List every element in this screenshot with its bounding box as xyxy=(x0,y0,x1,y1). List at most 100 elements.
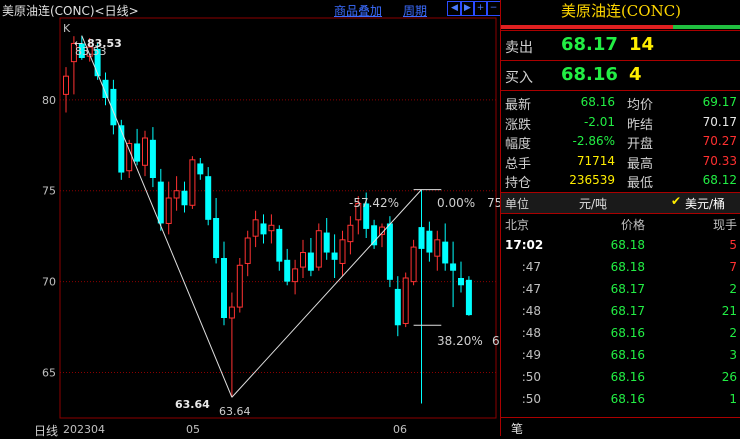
stat-label: 总手 xyxy=(505,156,532,172)
tick-price: 68.17 xyxy=(610,282,645,296)
stat-value: 68.12 xyxy=(702,173,737,187)
candle-body xyxy=(149,139,156,178)
ask-volume: 14 xyxy=(629,34,655,55)
tick-time: :47 xyxy=(521,260,541,274)
tick-volume: 2 xyxy=(729,326,737,340)
candle-body xyxy=(300,252,306,268)
candle-body xyxy=(213,218,220,258)
bid-price[interactable]: 68.16 xyxy=(561,64,618,85)
candle-body xyxy=(252,219,259,237)
y-tick-label: 80 xyxy=(42,94,56,107)
check-icon: ✔ xyxy=(671,194,682,208)
tab-tick[interactable]: 笔 xyxy=(511,420,523,437)
stat-label: 幅度 xyxy=(505,137,532,152)
unit-option-usd-barrel[interactable]: 美元/桶 xyxy=(685,195,725,212)
unit-row: 单位 元/吨 ✔ 美元/桶 xyxy=(501,193,740,213)
candle-body xyxy=(134,143,141,162)
stat-label: 最新 xyxy=(505,98,532,113)
tick-volume: 1 xyxy=(729,392,737,406)
tick-volume: 7 xyxy=(729,260,737,274)
candle-body xyxy=(307,252,314,271)
stat-value: -2.01 xyxy=(583,114,615,129)
candle-body xyxy=(418,227,425,249)
divider xyxy=(501,90,740,91)
candle-body xyxy=(458,278,464,286)
tick-time: 17:02 xyxy=(505,238,544,252)
kline-chart-area[interactable]: 65 70 75 80 83.53 83.53 ← 63.64 63.64 -57.42% 0.00… xyxy=(0,0,501,438)
tick-row: 17:02 68.18 5 xyxy=(501,238,740,260)
y-tick-label: 70 xyxy=(42,276,56,289)
tick-header: 北京 价格 现手 xyxy=(501,216,740,238)
tick-price: 68.16 xyxy=(610,392,645,406)
divider xyxy=(501,30,740,31)
candle-body xyxy=(197,163,204,175)
stat-value: 70.27 xyxy=(702,134,737,148)
candle-body xyxy=(276,228,283,262)
y-tick-label: 75 xyxy=(42,185,56,198)
period-link[interactable]: 周期 xyxy=(403,2,427,19)
date-tick: 05 xyxy=(186,423,200,436)
candle-body xyxy=(205,176,212,220)
stat-label: 昨结 xyxy=(627,117,654,133)
candle-body xyxy=(394,288,401,326)
chart-toolbar: 美原油连(CONC)<日线> 商品叠加 周期 ◀ ▶ + − xyxy=(0,0,501,19)
y-tick-label: 65 xyxy=(42,367,56,380)
candle-body xyxy=(339,239,346,264)
candle-body xyxy=(347,224,354,243)
stat-value: 70.33 xyxy=(702,153,737,168)
unit-option-cny-ton[interactable]: 元/吨 xyxy=(579,195,607,212)
tick-time: :50 xyxy=(521,370,541,384)
ask-label: 卖出 xyxy=(505,40,533,56)
low-price-label: 63.64 xyxy=(175,398,210,411)
candle-body xyxy=(465,279,472,316)
tick-row: :47 68.17 2 xyxy=(501,282,740,304)
instrument-name: 美原油连(CONC) xyxy=(560,2,682,20)
bid-volume: 4 xyxy=(629,64,642,85)
divider xyxy=(501,417,740,418)
tick-time: :48 xyxy=(521,304,541,318)
kline-chart[interactable]: 6570758083.5383.53←63.6463.64-57.42% 0.00… xyxy=(0,0,500,436)
tick-price: 68.16 xyxy=(610,348,645,362)
tick-price: 68.16 xyxy=(610,326,645,340)
tick-volume: 26 xyxy=(721,370,737,384)
tick-time: :48 xyxy=(521,326,541,340)
candle-body xyxy=(221,258,227,318)
stat-label: 最低 xyxy=(627,176,654,191)
tick-time: :47 xyxy=(521,282,541,296)
stat-value: 236539 xyxy=(569,173,615,187)
stat-label: 涨跌 xyxy=(505,117,532,133)
minus-icon[interactable]: − xyxy=(486,1,501,16)
candle-body xyxy=(268,224,275,232)
tick-row: :50 68.16 26 xyxy=(501,370,740,392)
tick-row: :49 68.16 3 xyxy=(501,348,740,370)
tick-price: 68.17 xyxy=(610,304,645,318)
candle-body xyxy=(386,223,393,280)
commodity-overlay-link[interactable]: 商品叠加 xyxy=(334,2,382,19)
candle-body xyxy=(157,181,164,224)
candle-body xyxy=(126,142,133,172)
plot-frame xyxy=(59,17,497,419)
bid-label: 买入 xyxy=(505,70,533,86)
stat-value: 71714 xyxy=(576,153,615,168)
candle-body xyxy=(244,237,251,264)
chart-title: 美原油连(CONC)<日线> xyxy=(2,4,139,18)
candle-body xyxy=(236,264,243,308)
low-price-label: 63.64 xyxy=(219,405,251,418)
candle-body xyxy=(426,230,433,253)
candle-body xyxy=(402,277,409,324)
tick-price: 68.18 xyxy=(610,260,645,274)
candle-body xyxy=(284,259,291,282)
tick-volume: 3 xyxy=(729,348,737,362)
fib-price-label: 75 xyxy=(487,196,500,210)
candle-body xyxy=(434,239,441,257)
candle-body xyxy=(292,268,299,283)
stat-value: 69.17 xyxy=(702,95,737,109)
date-axis: 日线 202304 05 06 xyxy=(0,420,500,438)
date-tick: 202304 xyxy=(63,423,105,436)
candle-body xyxy=(173,190,180,199)
stat-value: 68.16 xyxy=(580,95,615,109)
date-tick: 06 xyxy=(393,423,407,436)
candle-body xyxy=(63,75,69,95)
tick-header-volume: 现手 xyxy=(712,218,737,232)
ask-price[interactable]: 68.17 xyxy=(561,34,618,55)
